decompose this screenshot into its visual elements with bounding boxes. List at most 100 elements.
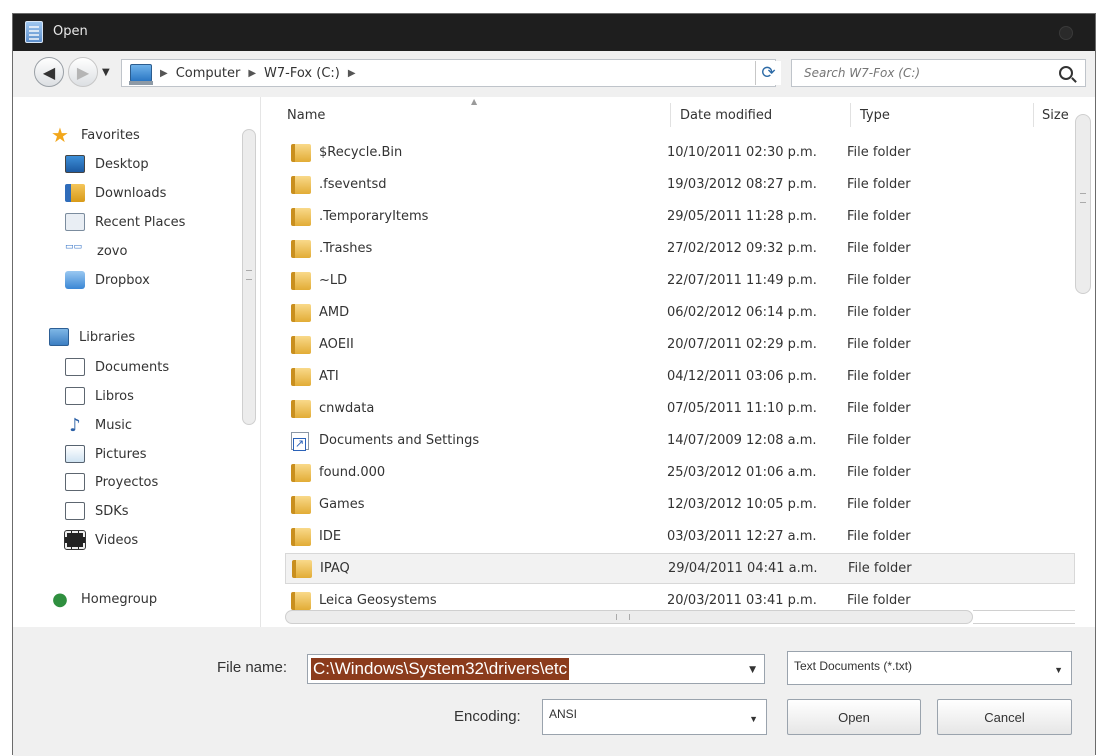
sidebar-item-label: Music (95, 417, 132, 433)
column-divider[interactable] (670, 103, 671, 127)
file-date-cell: 14/07/2009 12:08 a.m. (667, 433, 817, 448)
file-date-cell: 19/03/2012 08:27 p.m. (667, 177, 817, 192)
encoding-value: ANSI (549, 707, 578, 721)
sidebar-scrollbar[interactable] (242, 129, 256, 425)
file-list-horizontal-scrollbar[interactable] (285, 610, 973, 624)
file-row[interactable]: $Recycle.Bin 10/10/2011 02:30 p.m. File fo… (285, 137, 1075, 168)
back-button[interactable]: ◀ (34, 57, 64, 87)
sidebar-item-libraries[interactable]: Libraries (49, 325, 135, 349)
horizontal-scroll-track[interactable] (973, 610, 1075, 624)
file-row[interactable]: ~LD 22/07/2011 11:49 p.m. File folder (285, 265, 1075, 296)
file-type-cell: File folder (848, 561, 912, 576)
file-row[interactable]: ATI 04/12/2011 03:06 p.m. File folder (285, 361, 1075, 392)
sidebar-item-label: Homegroup (81, 591, 158, 607)
address-bar[interactable]: ▶ Computer ▶ W7-Fox (C:) ▶ ▼ (121, 59, 776, 87)
file-row[interactable]: .fseventsd 19/03/2012 08:27 p.m. File fold… (285, 169, 1075, 200)
dialog-footer: File name: C:\Windows\System32\drivers\e… (13, 627, 1095, 756)
column-divider[interactable] (1033, 103, 1034, 127)
refresh-button[interactable]: ⟳ (755, 61, 781, 85)
file-date-cell: 29/05/2011 11:28 p.m. (667, 209, 817, 224)
chevron-down-icon[interactable]: ▼ (1054, 665, 1063, 675)
notepad-icon (25, 21, 43, 43)
title-bar[interactable]: Open (13, 14, 1095, 51)
chevron-down-icon[interactable]: ▼ (749, 714, 758, 724)
file-name-cell: Documents and Settings (319, 433, 480, 448)
sidebar-item-label: Downloads (95, 185, 167, 201)
file-row[interactable]: found.000 25/03/2012 01:06 a.m. File folde… (285, 457, 1075, 488)
search-input[interactable] (792, 66, 1052, 80)
file-type-filter[interactable]: Text Documents (*.txt) ▼ (787, 651, 1072, 685)
dropbox-icon (65, 271, 85, 289)
sidebar-item-libros[interactable]: Libros (65, 384, 134, 408)
folder-icon (291, 207, 311, 226)
encoding-select[interactable]: ANSI ▼ (542, 699, 767, 735)
file-row[interactable]: AOEII 20/07/2011 02:29 p.m. File folder (285, 329, 1075, 360)
sidebar-item-downloads[interactable]: Downloads (65, 181, 166, 205)
sidebar-item-videos[interactable]: Videos (64, 528, 138, 552)
column-header-name[interactable]: Name (287, 97, 325, 133)
breadcrumb-chevron-icon[interactable]: ▶ (248, 68, 256, 79)
sidebar-item-zovo[interactable]: ▭▭ zovo (65, 239, 127, 263)
music-icon: ♪ (69, 414, 81, 436)
breadcrumb-chevron-icon[interactable]: ▶ (348, 68, 356, 79)
sidebar-item-label: Libros (95, 388, 134, 404)
forward-button[interactable]: ▶ (68, 57, 98, 87)
chevron-down-icon[interactable]: ▼ (749, 665, 756, 675)
sidebar-item-label: zovo (97, 243, 128, 259)
breadcrumb-drive[interactable]: W7-Fox (C:) (264, 66, 340, 81)
encoding-label: Encoding: (454, 708, 521, 725)
column-header-type[interactable]: Type (860, 97, 890, 133)
file-date-cell: 29/04/2011 04:41 a.m. (668, 561, 818, 576)
file-name-cell: ATI (319, 369, 339, 384)
window-title: Open (53, 24, 88, 39)
column-divider[interactable] (850, 103, 851, 127)
column-header-date[interactable]: Date modified (680, 97, 772, 133)
open-button[interactable]: Open (787, 699, 921, 735)
filename-input[interactable]: C:\Windows\System32\drivers\etc (311, 658, 570, 680)
recent-locations-dropdown[interactable]: ▼ (102, 67, 110, 78)
file-row[interactable]: IDE 03/03/2011 12:27 a.m. File folder (285, 521, 1075, 552)
close-icon[interactable] (1059, 26, 1073, 40)
sidebar-item-music[interactable]: ♪ Music (65, 413, 132, 437)
library-icon (65, 473, 85, 491)
navigation-pane: ★ Favorites Desktop Downloads Recent Pla… (13, 97, 261, 627)
file-row[interactable]: Games 12/03/2012 10:05 p.m. File folder (285, 489, 1075, 520)
file-row[interactable]: AMD 06/02/2012 06:14 p.m. File folder (285, 297, 1075, 328)
sidebar-item-recent-places[interactable]: Recent Places (65, 210, 185, 234)
file-name-cell: .TemporaryItems (319, 209, 429, 224)
sidebar-item-proyectos[interactable]: Proyectos (65, 470, 158, 494)
sidebar-item-documents[interactable]: Documents (65, 355, 169, 379)
arrow-right-icon: ▶ (76, 62, 90, 82)
file-name-cell: cnwdata (319, 401, 375, 416)
downloads-icon (65, 184, 85, 202)
search-box[interactable] (791, 59, 1086, 87)
breadcrumb-chevron-icon[interactable]: ▶ (160, 68, 168, 79)
sidebar-item-desktop[interactable]: Desktop (65, 152, 149, 176)
file-row[interactable]: Documents and Settings 14/07/2009 12:08 a… (285, 425, 1075, 456)
file-name-cell: Games (319, 497, 365, 512)
folder-icon (291, 495, 311, 514)
file-date-cell: 12/03/2012 10:05 p.m. (667, 497, 817, 512)
sidebar-item-dropbox[interactable]: Dropbox (65, 268, 150, 292)
file-row[interactable]: .TemporaryItems 29/05/2011 11:28 p.m. File… (285, 201, 1075, 232)
sidebar-item-label: SDKs (95, 503, 129, 519)
sidebar-item-favorites[interactable]: ★ Favorites (49, 123, 140, 147)
file-date-cell: 03/03/2011 12:27 a.m. (667, 529, 817, 544)
sidebar-item-sdks[interactable]: SDKs (65, 499, 129, 523)
filename-label: File name: (217, 659, 288, 676)
search-icon[interactable] (1059, 66, 1073, 80)
file-type-cell: File folder (847, 593, 911, 608)
folder-icon (292, 559, 312, 578)
column-header-size[interactable]: Size (1042, 97, 1069, 133)
breadcrumb-computer[interactable]: Computer (176, 66, 241, 81)
sidebar-item-pictures[interactable]: Pictures (65, 442, 146, 466)
file-row[interactable]: cnwdata 07/05/2011 11:10 p.m. File folder (285, 393, 1075, 424)
sidebar-item-homegroup[interactable]: ● Homegroup (49, 587, 157, 611)
file-name-cell: .fseventsd (319, 177, 387, 192)
file-row[interactable]: .Trashes 27/02/2012 09:32 p.m. File folder (285, 233, 1075, 264)
cancel-button[interactable]: Cancel (937, 699, 1072, 735)
file-row[interactable]: IPAQ 29/04/2011 04:41 a.m. File folder (285, 553, 1075, 584)
filename-combobox[interactable]: C:\Windows\System32\drivers\etc ▼ (307, 654, 765, 684)
file-name-cell: AMD (319, 305, 350, 320)
file-list-vertical-scrollbar[interactable] (1075, 114, 1091, 294)
